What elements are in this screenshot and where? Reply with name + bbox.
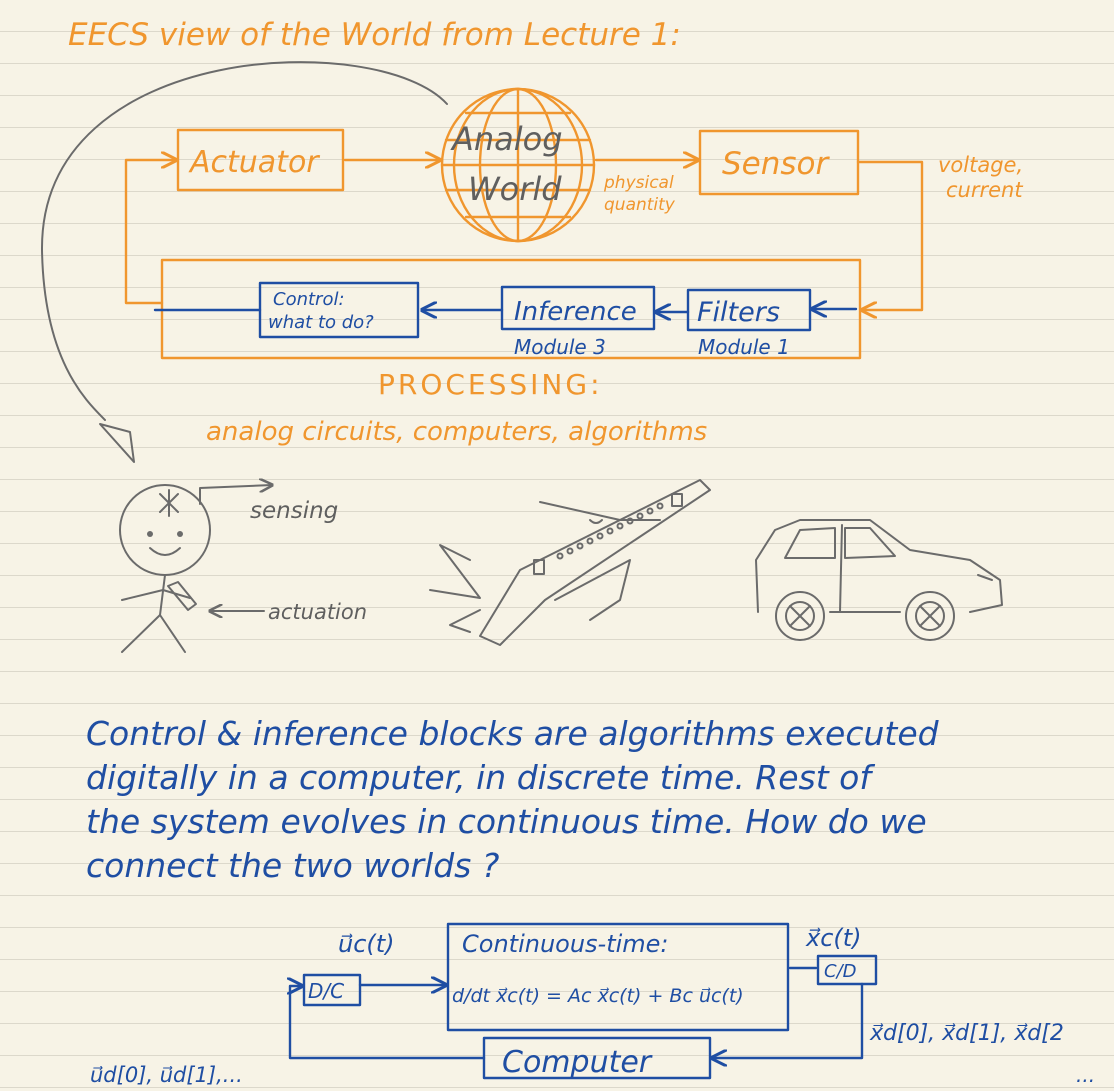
sensing-label: sensing: [250, 498, 338, 524]
paragraph-line-1: Control & inference blocks are algorithm…: [86, 714, 940, 753]
control-label-1: Control:: [273, 289, 345, 310]
computer-label: Computer: [502, 1045, 653, 1080]
inference-module-label: Module 3: [514, 335, 606, 359]
car-icon: [755, 519, 1003, 641]
notes-canvas: EECS view of the World from Lecture 1: A…: [40, 17, 1095, 1087]
globe-icon: [440, 87, 596, 243]
filters-label: Filters: [697, 297, 780, 328]
inference-label: Inference: [514, 297, 637, 327]
dc-label: D/C: [308, 979, 344, 1003]
curve-arrowhead: [99, 423, 135, 463]
airplane-icon: [429, 479, 711, 646]
sensor-feedback-line: [856, 160, 924, 310]
quantity-label: quantity: [604, 195, 676, 215]
physical-label: physical: [603, 173, 674, 193]
page-title: EECS view of the World from Lecture 1:: [68, 17, 681, 53]
ct-equation: d/dt x⃗c(t) = Ac x⃗c(t) + Bc u⃗c(t): [452, 985, 744, 1007]
ellipsis: ...: [1076, 1063, 1095, 1087]
filters-module-label: Module 1: [698, 335, 790, 359]
paragraph-line-4: connect the two worlds ?: [86, 846, 499, 885]
processing-to-actuator-line: [124, 160, 176, 305]
processing-label: PROCESSING:: [378, 368, 603, 401]
person-icon: [119, 484, 211, 653]
voltage-label: voltage,: [938, 153, 1023, 177]
uc-label: u⃗c(t): [338, 930, 395, 958]
ct-title: Continuous-time:: [462, 930, 669, 958]
curve-arrow: [40, 61, 448, 421]
processing-sub-label: analog circuits, computers, algorithms: [206, 417, 707, 447]
actuation-label: actuation: [268, 600, 367, 624]
world-label-world: World: [468, 170, 562, 208]
control-label-2: what to do?: [268, 312, 374, 333]
sensor-label: Sensor: [722, 146, 831, 182]
world-label-analog: Analog: [450, 120, 563, 158]
paragraph-line-2: digitally in a computer, in discrete tim…: [86, 758, 875, 797]
actuator-label: Actuator: [188, 145, 320, 180]
cd-label: C/D: [824, 961, 857, 982]
xd-sequence: x⃗d[0], x⃗d[1], x⃗d[2: [869, 1021, 1064, 1046]
paragraph-line-3: the system evolves in continuous time. H…: [86, 802, 927, 841]
ud-sequence: u⃗d[0], u⃗d[1],...: [90, 1063, 243, 1087]
xc-label: x⃗c(t): [805, 924, 862, 952]
current-label: current: [946, 178, 1023, 202]
